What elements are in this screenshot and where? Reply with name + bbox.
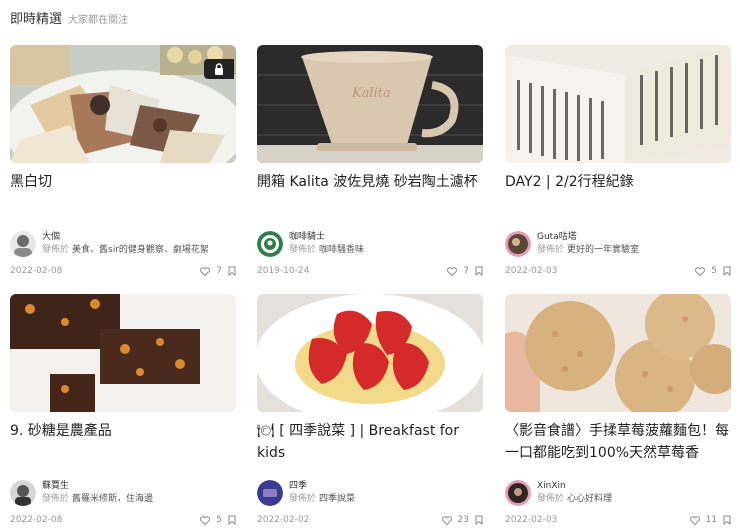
avatar[interactable]	[257, 480, 283, 506]
publication-name[interactable]: 更好的一年實驗室	[567, 245, 639, 255]
heart-icon[interactable]	[441, 515, 452, 525]
article-card[interactable]: 🍽 [ 四季說菜 ] | Breakfast for kids 四季 發佈於 四季…	[257, 294, 483, 525]
post-date: 2022-02-08	[10, 515, 63, 525]
heart-icon[interactable]	[695, 266, 706, 276]
like-count: 7	[463, 266, 469, 276]
published-in-label: 發佈於	[289, 245, 317, 255]
publication-line: 發佈於 舊羅米修斯，住海邊	[42, 493, 153, 506]
avatar[interactable]	[10, 231, 36, 257]
post-date: 2022-02-08	[10, 266, 63, 276]
avatar[interactable]	[505, 231, 531, 257]
publication-line: 發佈於 美食、舊sir的健身觀察、劇場花絮	[42, 244, 209, 257]
author-name[interactable]: XinXin	[537, 480, 612, 493]
bookmark-icon[interactable]	[475, 266, 483, 276]
bookmark-icon[interactable]	[228, 515, 236, 525]
article-title[interactable]: 黑白切	[10, 171, 236, 215]
article-thumbnail[interactable]: Kalita	[257, 45, 483, 163]
article-card[interactable]: 黑白切 大個 發佈於 美食、舊sir的健身觀察、劇場花絮 2022-02-08 7	[10, 45, 236, 276]
publication-line: 發佈於 心心好料理	[537, 493, 612, 506]
publication-name[interactable]: 美食、舊sir的健身觀察、劇場花絮	[72, 245, 209, 255]
like-count: 7	[216, 266, 222, 276]
publication-name[interactable]: 心心好料理	[567, 494, 612, 504]
avatar[interactable]	[505, 480, 531, 506]
lock-icon	[204, 59, 234, 79]
publication-line: 發佈於 更好的一年實驗室	[537, 244, 639, 257]
post-date: 2019-10-24	[257, 266, 310, 276]
bookmark-icon[interactable]	[723, 266, 731, 276]
like-count: 23	[457, 515, 469, 525]
publication-line: 發佈於 四季說菜	[289, 493, 355, 506]
article-card[interactable]: DAY2 | 2/2行程紀錄 Guta咕塔 發佈於 更好的一年實驗室 2022-0…	[505, 45, 731, 276]
heart-icon[interactable]	[200, 266, 211, 276]
heart-icon[interactable]	[447, 266, 458, 276]
author-name[interactable]: 大個	[42, 231, 209, 244]
publication-name[interactable]: 四季說菜	[319, 494, 355, 504]
published-in-label: 發佈於	[289, 494, 317, 504]
author-name[interactable]: 蘇賈生	[42, 480, 153, 493]
published-in-label: 發佈於	[537, 245, 565, 255]
article-title[interactable]: 開箱 Kalita 波佐見燒 砂岩陶土濾杯	[257, 171, 483, 215]
like-count: 5	[711, 266, 717, 276]
author-name[interactable]: Guta咕塔	[537, 231, 639, 244]
author-block[interactable]: 四季 發佈於 四季說菜	[257, 480, 483, 506]
bookmark-icon[interactable]	[228, 266, 236, 276]
author-name[interactable]: 四季	[289, 480, 355, 493]
heart-icon[interactable]	[200, 515, 211, 525]
publication-line: 發佈於 咖啡騷香味	[289, 244, 364, 257]
publication-name[interactable]: 咖啡騷香味	[319, 245, 364, 255]
article-card[interactable]: 9. 砂糖是農產品 蘇賈生 發佈於 舊羅米修斯，住海邊 2022-02-08 5	[10, 294, 236, 525]
article-title[interactable]: 〈影音食譜〉手揉草莓菠蘿麵包！每一口都能吃到100%天然草莓香	[505, 420, 731, 464]
bookmark-icon[interactable]	[475, 515, 483, 525]
avatar[interactable]	[10, 480, 36, 506]
author-block[interactable]: 蘇賈生 發佈於 舊羅米修斯，住海邊	[10, 480, 236, 506]
author-name[interactable]: 咖啡騎士	[289, 231, 364, 244]
article-card[interactable]: 〈影音食譜〉手揉草莓菠蘿麵包！每一口都能吃到100%天然草莓香 XinXin 發…	[505, 294, 731, 525]
published-in-label: 發佈於	[42, 245, 70, 255]
author-block[interactable]: 咖啡騎士 發佈於 咖啡騷香味	[257, 231, 483, 257]
avatar[interactable]	[257, 231, 283, 257]
published-in-label: 發佈於	[537, 494, 565, 504]
article-thumbnail[interactable]	[10, 45, 236, 163]
like-count: 11	[705, 515, 717, 525]
author-block[interactable]: Guta咕塔 發佈於 更好的一年實驗室	[505, 231, 731, 257]
article-card[interactable]: Kalita 開箱 Kalita 波佐見燒 砂岩陶土濾杯 咖啡騎士 發佈於 咖啡騷…	[257, 45, 483, 276]
post-date: 2022-02-03	[505, 515, 558, 525]
heart-icon[interactable]	[689, 515, 700, 525]
article-title[interactable]: 9. 砂糖是農產品	[10, 420, 236, 464]
svg-text:Kalita: Kalita	[351, 86, 391, 101]
post-date: 2022-02-02	[257, 515, 310, 525]
published-in-label: 發佈於	[42, 494, 70, 504]
section-header: 即時精選 大家都在關注	[10, 8, 129, 27]
section-subtitle: 大家都在關注	[68, 15, 129, 26]
article-title[interactable]: 🍽 [ 四季說菜 ] | Breakfast for kids	[257, 420, 483, 464]
article-thumbnail[interactable]	[505, 294, 731, 412]
like-count: 5	[216, 515, 222, 525]
publication-name[interactable]: 舊羅米修斯，住海邊	[72, 494, 153, 504]
author-block[interactable]: XinXin 發佈於 心心好料理	[505, 480, 731, 506]
article-thumbnail[interactable]	[257, 294, 483, 412]
article-title[interactable]: DAY2 | 2/2行程紀錄	[505, 171, 731, 215]
article-thumbnail[interactable]	[10, 294, 236, 412]
post-date: 2022-02-03	[505, 266, 558, 276]
author-block[interactable]: 大個 發佈於 美食、舊sir的健身觀察、劇場花絮	[10, 231, 236, 257]
section-title: 即時精選	[10, 12, 63, 27]
bookmark-icon[interactable]	[723, 515, 731, 525]
article-thumbnail[interactable]	[505, 45, 731, 163]
